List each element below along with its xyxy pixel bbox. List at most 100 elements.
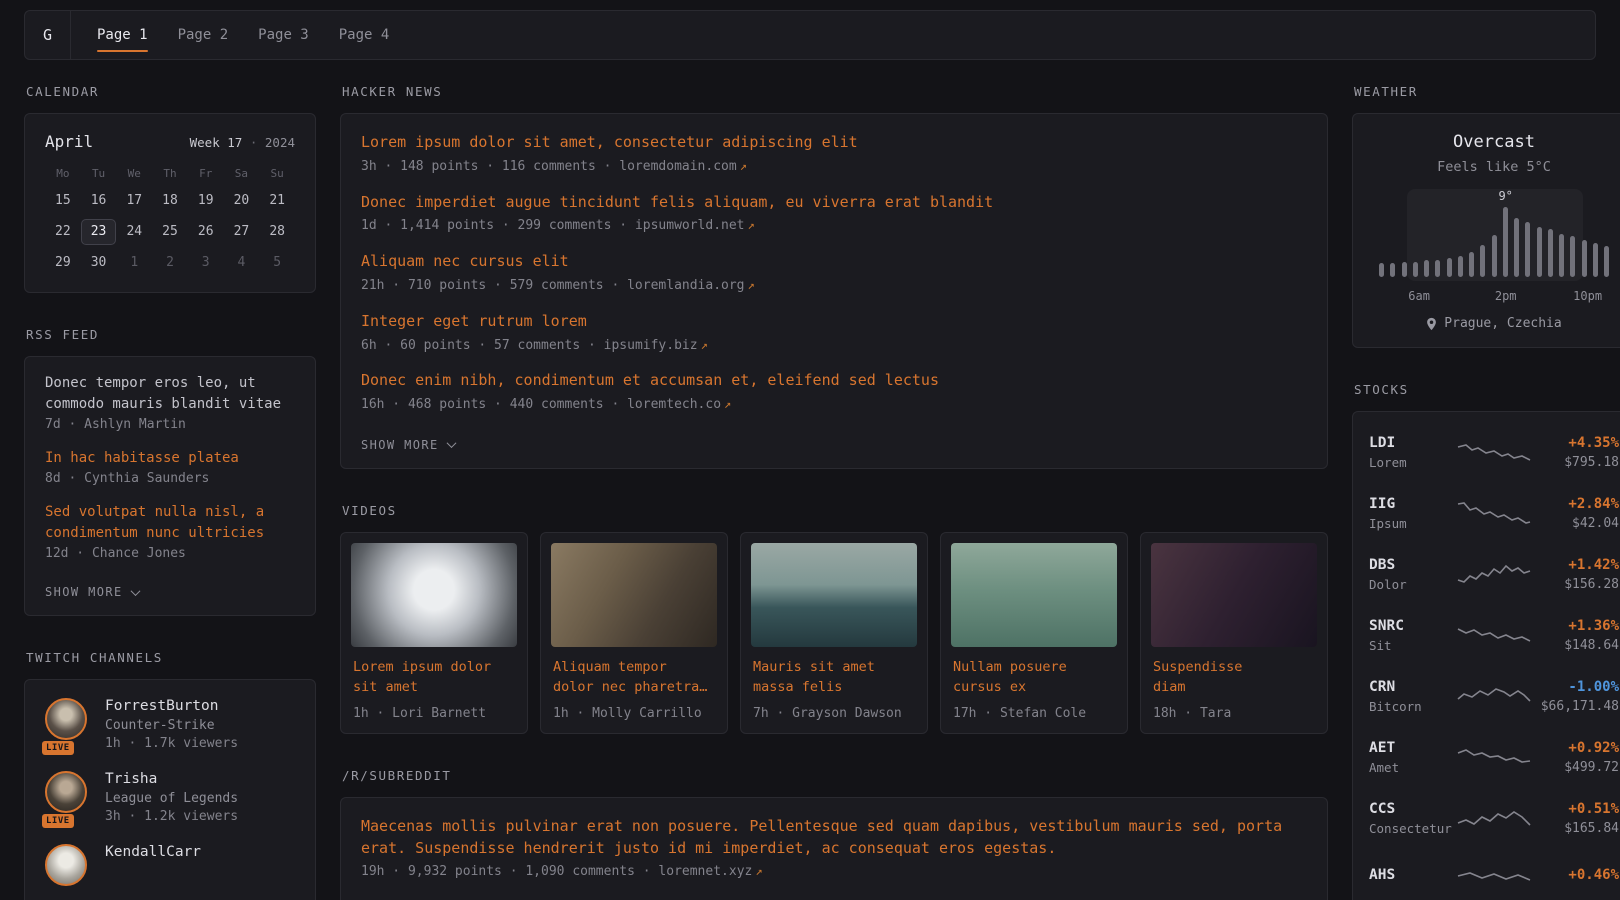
avatar-wrap	[45, 844, 91, 886]
twitch-channel[interactable]: LIVE ForrestBurton Counter-Strike 1h · 1…	[45, 698, 295, 751]
news-meta: 16h · 468 points · 440 comments · loremt…	[361, 396, 1307, 415]
news-item: Aliquam nec cursus elit 21h · 710 points…	[361, 251, 1307, 296]
stock-row[interactable]: AHS +0.46%	[1369, 849, 1619, 900]
video-card[interactable]: Lorem ipsum dolor sit amet consectetu… 1…	[340, 532, 528, 734]
stock-row[interactable]: LDI Lorem +4.35% $795.18	[1369, 422, 1619, 483]
stock-row[interactable]: DBS Dolor +1.42% $156.28	[1369, 544, 1619, 605]
weather-peak-temp: 9°	[1498, 189, 1512, 203]
news-title-link[interactable]: Donec enim nibh, condimentum et accumsan…	[361, 370, 1307, 392]
stock-name: Ipsum	[1369, 516, 1448, 531]
rss-list: Donec tempor eros leo, ut commodo mauris…	[45, 373, 295, 561]
hn-show-more-button[interactable]: SHOW MORE	[361, 436, 455, 454]
news-source-link[interactable]: loremlandia.org↗	[627, 278, 755, 293]
stock-id: CCS Consectetur	[1369, 801, 1448, 836]
calendar-year: 2024	[265, 135, 295, 150]
video-row: Lorem ipsum dolor sit amet consectetu… 1…	[340, 532, 1328, 734]
video-title-link[interactable]: Aliquam tempor dolor nec pharetra…	[553, 657, 715, 697]
stock-name: Bitcorn	[1369, 699, 1448, 714]
rss-title-link[interactable]: Donec tempor eros leo, ut commodo mauris…	[45, 373, 295, 415]
page-tabs: Page 1 Page 2 Page 3 Page 4	[97, 11, 389, 59]
video-thumbnail[interactable]	[751, 543, 917, 647]
stock-price: $156.28	[1540, 577, 1619, 592]
weather-bar	[1548, 229, 1553, 277]
rss-item: Sed volutpat nulla nisl, a condimentum n…	[45, 502, 295, 561]
weather-time-label: 6am	[1408, 289, 1430, 303]
calendar-weekday-label: Th	[152, 167, 188, 180]
page-tab[interactable]: Page 3	[258, 11, 309, 59]
twitch-card: LIVE ForrestBurton Counter-Strike 1h · 1…	[24, 679, 316, 900]
hacker-news-card: Lorem ipsum dolor sit amet, consectetur …	[340, 113, 1328, 469]
video-card[interactable]: Nullam posuere cursus ex 17h · Stefan Co…	[940, 532, 1128, 734]
external-link-icon: ↗	[701, 338, 708, 352]
video-card[interactable]: Suspendisse diam 18h · Tara	[1140, 532, 1328, 734]
page-tab[interactable]: Page 4	[339, 11, 390, 59]
stock-change: -1.00%	[1540, 679, 1619, 695]
video-card[interactable]: Mauris sit amet massa felis 7h · Grayson…	[740, 532, 928, 734]
calendar-week-info: Week 17 · 2024	[190, 135, 295, 150]
news-source-link[interactable]: loremtech.co↗	[627, 397, 731, 412]
news-item: Donec imperdiet augue tincidunt felis al…	[361, 192, 1307, 237]
video-meta: 18h · Tara	[1153, 706, 1315, 721]
stock-row[interactable]: AET Amet +0.92% $499.72	[1369, 727, 1619, 788]
rss-title-link[interactable]: Sed volutpat nulla nisl, a condimentum n…	[45, 502, 295, 544]
stock-price: $66,171.48	[1540, 699, 1619, 714]
video-thumbnail[interactable]	[1151, 543, 1317, 647]
news-title-link[interactable]: Lorem ipsum dolor sit amet, consectetur …	[361, 132, 1307, 154]
topbar: G Page 1 Page 2 Page 3 Page 4	[24, 10, 1596, 60]
news-title-link[interactable]: Aliquam nec cursus elit	[361, 251, 1307, 273]
hacker-news-widget: HACKER NEWS Lorem ipsum dolor sit amet, …	[340, 84, 1328, 469]
video-title-link[interactable]: Nullam posuere cursus ex	[953, 657, 1115, 697]
news-source-link[interactable]: ipsumworld.net↗	[635, 218, 755, 233]
weather-location-text: Prague, Czechia	[1444, 316, 1561, 331]
video-title-link[interactable]: Suspendisse diam	[1153, 657, 1315, 697]
video-title-link[interactable]: Mauris sit amet massa felis	[753, 657, 915, 697]
calendar-month: April	[45, 132, 93, 151]
news-title-link[interactable]: Donec imperdiet augue tincidunt felis al…	[361, 192, 1307, 214]
calendar-day: 25	[152, 219, 188, 245]
weather-condition: Overcast	[1369, 132, 1619, 152]
videos-section-title: VIDEOS	[342, 503, 1328, 518]
twitch-channel[interactable]: LIVE Trisha League of Legends 3h · 1.2k …	[45, 771, 295, 824]
page-tab[interactable]: Page 1	[97, 11, 148, 59]
video-meta: 7h · Grayson Dawson	[753, 706, 915, 721]
show-more-label: SHOW MORE	[361, 438, 439, 452]
stock-values: +2.84% $42.04	[1540, 496, 1619, 531]
calendar-day: 21	[259, 188, 295, 214]
news-item: Integer eget rutrum lorem 6h · 60 points…	[361, 311, 1307, 356]
stock-symbol: SNRC	[1369, 618, 1448, 634]
chevron-down-icon	[446, 439, 456, 449]
video-card[interactable]: Aliquam tempor dolor nec pharetra… 1h · …	[540, 532, 728, 734]
weather-bar	[1525, 222, 1530, 277]
twitch-section-title: TWITCH CHANNELS	[26, 650, 316, 665]
news-source-link[interactable]: loremdomain.com↗	[619, 159, 747, 174]
page-tab[interactable]: Page 2	[178, 11, 229, 59]
news-title-link[interactable]: Integer eget rutrum lorem	[361, 311, 1307, 333]
news-meta-text: 6h · 60 points · 57 comments ·	[361, 338, 596, 353]
stocks-card: LDI Lorem +4.35% $795.18 IIG Ipsum	[1352, 411, 1620, 900]
stock-change: +0.46%	[1540, 867, 1619, 883]
stock-row[interactable]: CCS Consectetur +0.51% $165.84	[1369, 788, 1619, 849]
reddit-source-link[interactable]: loremnet.xyz↗	[658, 864, 762, 879]
stock-sparkline	[1456, 862, 1532, 892]
rss-card: Donec tempor eros leo, ut commodo mauris…	[24, 356, 316, 616]
calendar-day: 4	[224, 250, 260, 276]
video-thumbnail[interactable]	[951, 543, 1117, 647]
video-thumbnail[interactable]	[551, 543, 717, 647]
twitch-channel[interactable]: KendallCarr	[45, 844, 295, 886]
news-source-link[interactable]: ipsumify.biz↗	[604, 338, 708, 353]
weather-bar	[1492, 235, 1497, 277]
news-meta-text: 1d · 1,414 points · 299 comments ·	[361, 218, 627, 233]
calendar-day: 27	[224, 219, 260, 245]
stock-row[interactable]: IIG Ipsum +2.84% $42.04	[1369, 483, 1619, 544]
rss-show-more-button[interactable]: SHOW MORE	[45, 583, 139, 601]
reddit-post-title-link[interactable]: Maecenas mollis pulvinar erat non posuer…	[361, 816, 1307, 860]
weather-bar	[1503, 207, 1508, 277]
stock-row[interactable]: CRN Bitcorn -1.00% $66,171.48	[1369, 666, 1619, 727]
video-thumbnail[interactable]	[351, 543, 517, 647]
rss-title-link[interactable]: In hac habitasse platea	[45, 448, 295, 469]
stock-row[interactable]: SNRC Sit +1.36% $148.64	[1369, 605, 1619, 666]
video-title-link[interactable]: Lorem ipsum dolor sit amet consectetu…	[353, 657, 515, 697]
calendar-weekday-row: MoTuWeThFrSaSu	[45, 167, 295, 180]
stock-sparkline	[1456, 682, 1532, 712]
calendar-card: April Week 17 · 2024 MoTuWeThFrSaSu 1516…	[24, 113, 316, 293]
